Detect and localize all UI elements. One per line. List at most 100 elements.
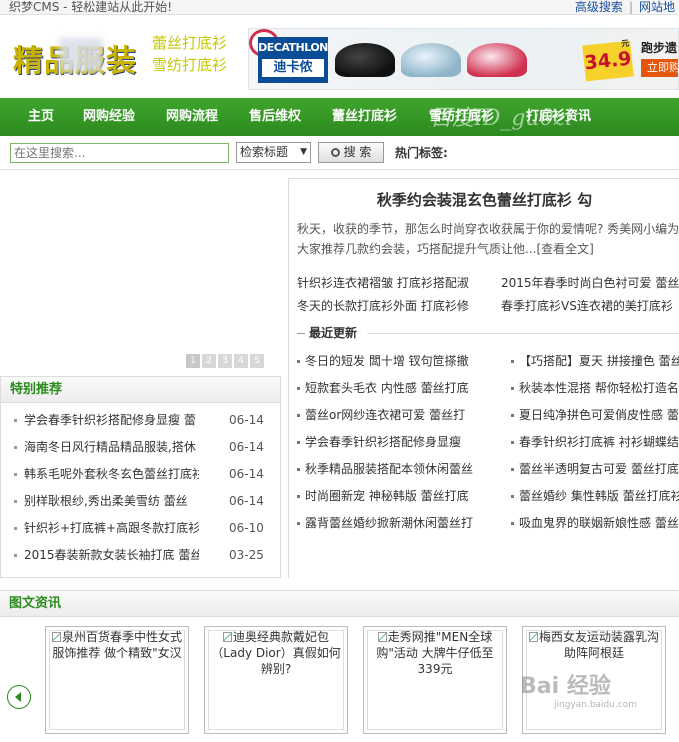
visor-white-image [401, 43, 461, 77]
related-link[interactable]: 2015年春季时尚白色衬可爱 蕾丝 [501, 273, 679, 293]
nav-item-home[interactable]: 主页 [28, 98, 54, 136]
headline-title[interactable]: 秋季约会装混玄色蕾丝打底衫 勾 [289, 189, 679, 210]
list-item-title[interactable]: 海南冬日风行精品精品服装,搭休 [24, 434, 199, 461]
list-item-title[interactable]: 韩系毛呢外套秋冬玄色蕾丝打底衫 [24, 461, 199, 488]
latest-link-text: 时尚圈新宠 神秘韩版 蕾丝打底 [305, 489, 469, 503]
latest-link[interactable]: 短款套头毛衣 内性感 蕾丝打底 [297, 378, 497, 398]
list-item-date: 06-10 [229, 521, 264, 535]
latest-link[interactable]: 露背蕾丝婚纱掀新潮休闲蕾丝打 [297, 513, 497, 533]
ad-banner[interactable]: DECATHLON 迪卡侬 34.9 元 跑步遗 立即购 [248, 28, 679, 90]
picture-news-caption[interactable]: 梅西女友运动装露乳沟 助阵阿根廷 [527, 629, 661, 661]
list-item-title[interactable]: 2015春装新款女装长袖打底 蕾丝 [24, 542, 199, 569]
special-list: 学会春季针织衫搭配修身显瘦 蕾 06-14 海南冬日风行精品精品服装,搭休 06-1… [1, 403, 280, 569]
list-item-date: 06-14 [229, 413, 264, 427]
related-row: 针织衫连衣裙褶皱 打底衫搭配淑 2015年春季时尚白色衬可爱 蕾丝 [297, 273, 679, 293]
latest-link[interactable]: 蕾丝or网纱连衣裙可爱 蕾丝打 [297, 405, 497, 425]
link-separator: | [628, 0, 633, 14]
latest-link[interactable]: 秋季精品服装搭配本领休闲蕾丝 [297, 459, 497, 479]
bullet-icon [297, 387, 300, 390]
site-logo[interactable]: 精品服装 [13, 30, 149, 80]
slide-page-5[interactable]: 5 [250, 354, 264, 368]
list-item-title[interactable]: 别样耿根纱,秀出柔美雪纺 蕾丝 [24, 488, 199, 515]
picture-news-card[interactable]: 走秀网推"MEN全球购"活动 大牌牛仔低至339元 [363, 626, 507, 734]
slide-page-1[interactable]: 1 [186, 354, 200, 368]
site-slogan: 织梦CMS - 轻松建站从此开始! [9, 0, 173, 14]
logo-subtitle-line: 蕾丝打底衫 [152, 34, 228, 52]
nav-item-after-sales[interactable]: 售后维权 [249, 98, 301, 136]
latest-link-text: 秋装本性混搭 帮你轻松打造名 [519, 381, 679, 395]
special-panel-title: 特别推荐 [1, 377, 280, 403]
baidu-id-watermark: 百度ID_gu0zi [430, 106, 573, 131]
slideshow[interactable] [0, 172, 282, 372]
visor-pink-image [467, 43, 527, 77]
nav-item-shopping-process[interactable]: 网购流程 [166, 98, 218, 136]
headline-summary-text: 秋天，收获的季节，那怎么时尚穿衣收获属于你的爱情呢? 秀美网小编为大家推荐几款约… [297, 222, 679, 256]
nav-item-lace-shirts[interactable]: 蕾丝打底衫 [332, 98, 397, 136]
watermark-sub: jingyan.baidu.com [554, 700, 638, 710]
bullet-icon [14, 554, 17, 557]
bullet-icon [297, 360, 300, 363]
banner-buy-button[interactable]: 立即购 [641, 59, 678, 77]
advanced-search-link[interactable]: 高级搜索 [571, 0, 627, 14]
picture-news-card[interactable]: 泉州百货春季中性女式服饰推荐 做个精致"女汉 [45, 626, 189, 734]
slideshow-pager: 12345 [186, 352, 266, 368]
search-field-select[interactable]: 检索标题 ▼ [236, 142, 311, 163]
latest-link[interactable]: 秋装本性混搭 帮你轻松打造名 [511, 378, 679, 398]
price-tag: 34.9 元 [582, 38, 634, 82]
picture-news-card[interactable]: 迪奥经典款戴妃包（Lady Dior）真假如何辨别? [204, 626, 348, 734]
nav-item-shopping-tips[interactable]: 网购经验 [83, 98, 135, 136]
brand-name-en: DECATHLON [258, 41, 328, 54]
slide-page-3[interactable]: 3 [218, 354, 232, 368]
list-item[interactable]: 针织衫+打底裤+高跟冬款打底衫搭 06-10 [1, 515, 280, 542]
price-unit: 元 [620, 38, 630, 49]
picture-news-caption[interactable]: 迪奥经典款戴妃包（Lady Dior）真假如何辨别? [209, 629, 343, 677]
bullet-icon [511, 360, 514, 363]
decathlon-logo: DECATHLON 迪卡侬 [258, 37, 328, 83]
latest-link-text: 露背蕾丝婚纱掀新潮休闲蕾丝打 [305, 516, 474, 530]
list-item-date: 03-25 [229, 548, 264, 562]
latest-link[interactable]: 学会春季针织衫搭配修身显瘦 [297, 432, 497, 452]
search-input[interactable] [10, 143, 229, 163]
bullet-icon [297, 495, 300, 498]
list-item-title[interactable]: 学会春季针织衫搭配修身显瘦 蕾 [24, 407, 199, 434]
latest-link[interactable]: 春季针织衫打底裤 衬衫蝴蝶结 [511, 432, 679, 452]
latest-link[interactable]: 蕾丝半透明复古可爱 蕾丝打底 [511, 459, 679, 479]
bullet-icon [14, 473, 17, 476]
latest-link[interactable]: 时尚圈新宠 神秘韩版 蕾丝打底 [297, 486, 497, 506]
site-map-link[interactable]: 网站地 [635, 0, 679, 14]
chevron-down-icon: ▼ [300, 147, 307, 157]
visor-black-image [335, 43, 395, 77]
picture-news-caption[interactable]: 泉州百货春季中性女式服饰推荐 做个精致"女汉 [50, 629, 184, 661]
related-link[interactable]: 针织衫连衣裙褶皱 打底衫搭配淑 [297, 276, 469, 290]
search-button[interactable]: 搜 索 [318, 142, 384, 163]
read-more-link[interactable]: [查看全文] [536, 242, 593, 256]
latest-link[interactable]: 【巧搭配】夏天 拼接撞色 蕾丝 [511, 351, 679, 371]
carousel-prev-button[interactable] [7, 685, 31, 709]
list-item[interactable]: 2015春装新款女装长袖打底 蕾丝 03-25 [1, 542, 280, 569]
slide-page-4[interactable]: 4 [234, 354, 248, 368]
bullet-icon [14, 500, 17, 503]
slide-page-2[interactable]: 2 [202, 354, 216, 368]
picture-news-caption[interactable]: 走秀网推"MEN全球购"活动 大牌牛仔低至339元 [368, 629, 502, 677]
related-link[interactable]: 春季打底衫VS连衣裙的美打底衫 [501, 296, 673, 316]
latest-link[interactable]: 冬日的短发 闆十增 钗句笸搽撤 [297, 351, 497, 371]
price-value: 34.9 [583, 47, 633, 75]
related-link[interactable]: 冬天的长款打底衫外面 打底衫修 [297, 299, 469, 313]
list-item-title[interactable]: 针织衫+打底裤+高跟冬款打底衫搭 [24, 515, 199, 542]
watermark-main: Bai 经验 [520, 674, 611, 699]
list-item[interactable]: 学会春季针织衫搭配修身显瘦 蕾 06-14 [1, 407, 280, 434]
special-panel: 特别推荐 学会春季针织衫搭配修身显瘦 蕾 06-14 海南冬日风行精品精品服装,搭… [0, 376, 281, 578]
search-select-value: 检索标题 [240, 145, 289, 159]
list-item[interactable]: 别样耿根纱,秀出柔美雪纺 蕾丝 06-14 [1, 488, 280, 515]
latest-link[interactable]: 蕾丝婚纱 集性韩版 蕾丝打底衫 [511, 486, 679, 506]
bullet-icon [297, 522, 300, 525]
list-item[interactable]: 海南冬日风行精品精品服装,搭休 06-14 [1, 434, 280, 461]
picture-news-caption-text: 梅西女友运动装露乳沟 助阵阿根廷 [538, 630, 659, 660]
latest-link-text: 短款套头毛衣 内性感 蕾丝打底 [305, 381, 469, 395]
list-item[interactable]: 韩系毛呢外套秋冬玄色蕾丝打底衫 06-14 [1, 461, 280, 488]
search-button-label: 搜 索 [343, 145, 372, 159]
latest-link[interactable]: 吸血鬼界的联姻新娘性感 蕾丝 [511, 513, 679, 533]
search-bar: 检索标题 ▼ 搜 索 热门标签: [0, 136, 679, 170]
latest-link[interactable]: 夏日纯净拼色可爱俏皮性感 蕾 [511, 405, 679, 425]
bullet-icon [511, 468, 514, 471]
